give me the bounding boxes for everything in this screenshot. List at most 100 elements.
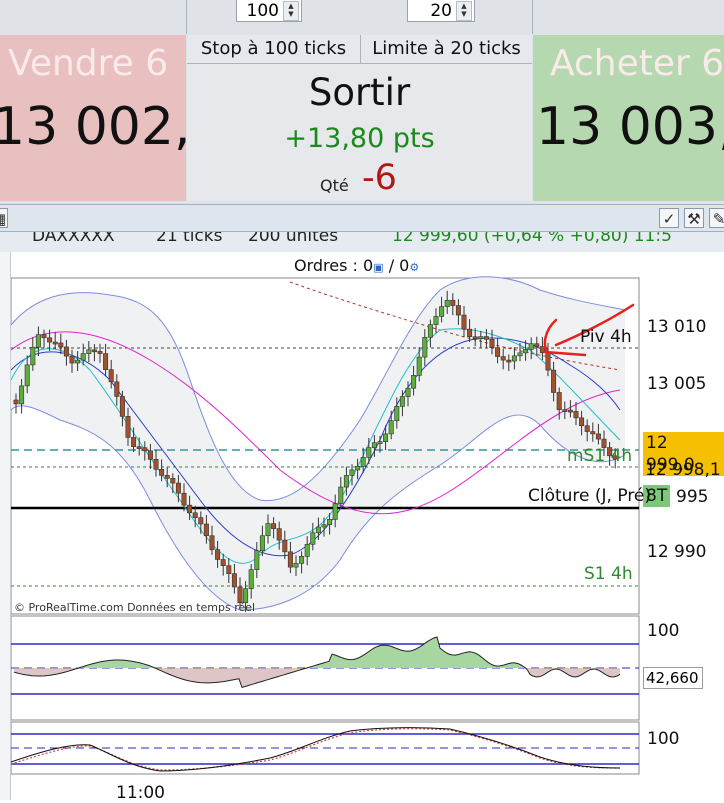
candle-up xyxy=(343,475,349,488)
order-panel: 100 ▲▼ 20 ▲▼ Vendre 6 13 002,1 Stop à 10… xyxy=(0,0,724,204)
candle-down xyxy=(114,381,120,397)
instrument-selector[interactable]: DAXXXXX xyxy=(32,232,115,246)
candle-down xyxy=(215,549,221,560)
indicator1-value-tag: 42,660 xyxy=(643,667,703,689)
tools-icon[interactable]: ⚒ xyxy=(684,208,704,228)
candle-down xyxy=(41,334,47,339)
candle-up xyxy=(24,364,30,387)
axis-label-13010: 13 010 xyxy=(647,317,707,337)
candle-down xyxy=(226,565,232,574)
candle-down xyxy=(119,396,125,417)
time-axis-label: 11:00 xyxy=(116,783,165,803)
stop-ticks-stepper[interactable]: ▲ ▼ xyxy=(283,1,299,21)
candle-up xyxy=(478,336,484,339)
candle-up xyxy=(371,442,377,448)
candle-down xyxy=(203,523,209,537)
candle-down xyxy=(170,478,176,484)
indicators-icon[interactable]: ✎ xyxy=(709,208,724,228)
candle-up xyxy=(254,550,260,570)
previous-close-label: Clôture (J, Pré) xyxy=(528,486,652,506)
candle-down xyxy=(159,469,165,476)
candle-up xyxy=(19,385,25,405)
candle-down xyxy=(282,539,288,553)
second-price-label: 12 998,1 xyxy=(645,460,721,480)
candle-down xyxy=(556,392,562,410)
s1-label: S1 4h xyxy=(584,564,633,584)
candle-up xyxy=(80,353,86,361)
candle-down xyxy=(103,353,109,370)
qty-label: Qté xyxy=(320,176,349,195)
candle-down xyxy=(450,299,456,306)
candle-down xyxy=(495,347,501,357)
orders-icon[interactable]: ▣ xyxy=(373,261,383,274)
candle-up xyxy=(310,532,316,545)
candle-up xyxy=(321,524,327,528)
candle-up xyxy=(383,433,389,442)
candle-down xyxy=(187,504,193,514)
chart-settings-icon[interactable]: ✓ xyxy=(659,208,679,228)
candle-down xyxy=(579,417,585,427)
sell-button[interactable]: Vendre 6 13 002,1 xyxy=(0,35,186,201)
units-selector[interactable]: 200 unités xyxy=(248,232,338,246)
candle-up xyxy=(360,457,366,467)
orders-label: Ordres : 0 xyxy=(294,256,374,275)
candle-down xyxy=(584,425,590,432)
exit-button[interactable]: Sortir xyxy=(187,71,532,114)
limit-ticks-stepper[interactable]: ▲ ▼ xyxy=(456,1,472,21)
left-drawing-toolbar[interactable] xyxy=(0,252,11,800)
tick-count-value: 995 xyxy=(676,487,709,507)
candle-down xyxy=(573,411,579,419)
stop-ticks-input[interactable]: 100 ▲ ▼ xyxy=(236,0,302,22)
limit-ticks-input[interactable]: 20 ▲ ▼ xyxy=(407,0,475,22)
candle-down xyxy=(545,352,551,371)
candle-up xyxy=(327,519,333,525)
candle-down xyxy=(271,523,277,529)
candle-down xyxy=(63,346,69,357)
buy-title: Acheter 6 xyxy=(550,43,724,84)
indicator1-axis-label: 100 xyxy=(647,621,680,641)
candle-up xyxy=(405,387,411,397)
candle-down xyxy=(175,482,181,494)
candle-down xyxy=(192,512,198,518)
candle-down xyxy=(506,359,512,363)
candle-down xyxy=(209,535,215,550)
stop-label: Stop à 100 ticks xyxy=(187,35,361,64)
candle-up xyxy=(315,526,321,534)
limit-label: Limite à 20 ticks xyxy=(361,35,532,64)
candle-up xyxy=(338,486,344,504)
sell-title: Vendre 6 xyxy=(8,43,169,84)
orders-count: / 0 xyxy=(388,256,410,275)
candle-up xyxy=(517,352,523,357)
candle-down xyxy=(483,336,489,340)
candle-up xyxy=(444,299,450,307)
timeframe-selector[interactable]: 21 ticks xyxy=(156,232,222,246)
grid-icon[interactable]: ▦ xyxy=(0,208,8,228)
candle-up xyxy=(399,396,405,407)
settings-gear-icon[interactable]: ⚙ xyxy=(409,261,419,274)
candle-down xyxy=(142,447,148,452)
candle-up xyxy=(377,441,383,444)
candle-down xyxy=(500,356,506,361)
stop-ticks-value: 100 xyxy=(246,1,279,21)
candle-up xyxy=(30,346,36,366)
candle-down xyxy=(153,459,159,470)
candle-down xyxy=(181,492,187,506)
candle-up xyxy=(427,324,433,338)
candle-down xyxy=(13,399,19,405)
candle-down xyxy=(489,339,495,348)
candle-down xyxy=(131,437,137,447)
candle-up xyxy=(299,556,305,564)
candle-down xyxy=(567,409,573,413)
candle-up xyxy=(259,535,265,551)
candle-up xyxy=(394,406,400,422)
divider xyxy=(186,0,187,34)
orders-summary: Ordres : 0▣ / 0⚙ xyxy=(294,256,419,275)
limit-ticks-value: 20 xyxy=(430,1,452,21)
candle-up xyxy=(293,563,299,568)
buy-price: 13 003,1 xyxy=(536,97,724,157)
buy-button[interactable]: Acheter 6 13 003,1 xyxy=(533,35,724,201)
candle-up xyxy=(248,569,254,589)
exit-panel: Stop à 100 ticks Limite à 20 ticks Sorti… xyxy=(187,35,532,201)
candle-down xyxy=(220,559,226,566)
divider xyxy=(532,0,533,34)
